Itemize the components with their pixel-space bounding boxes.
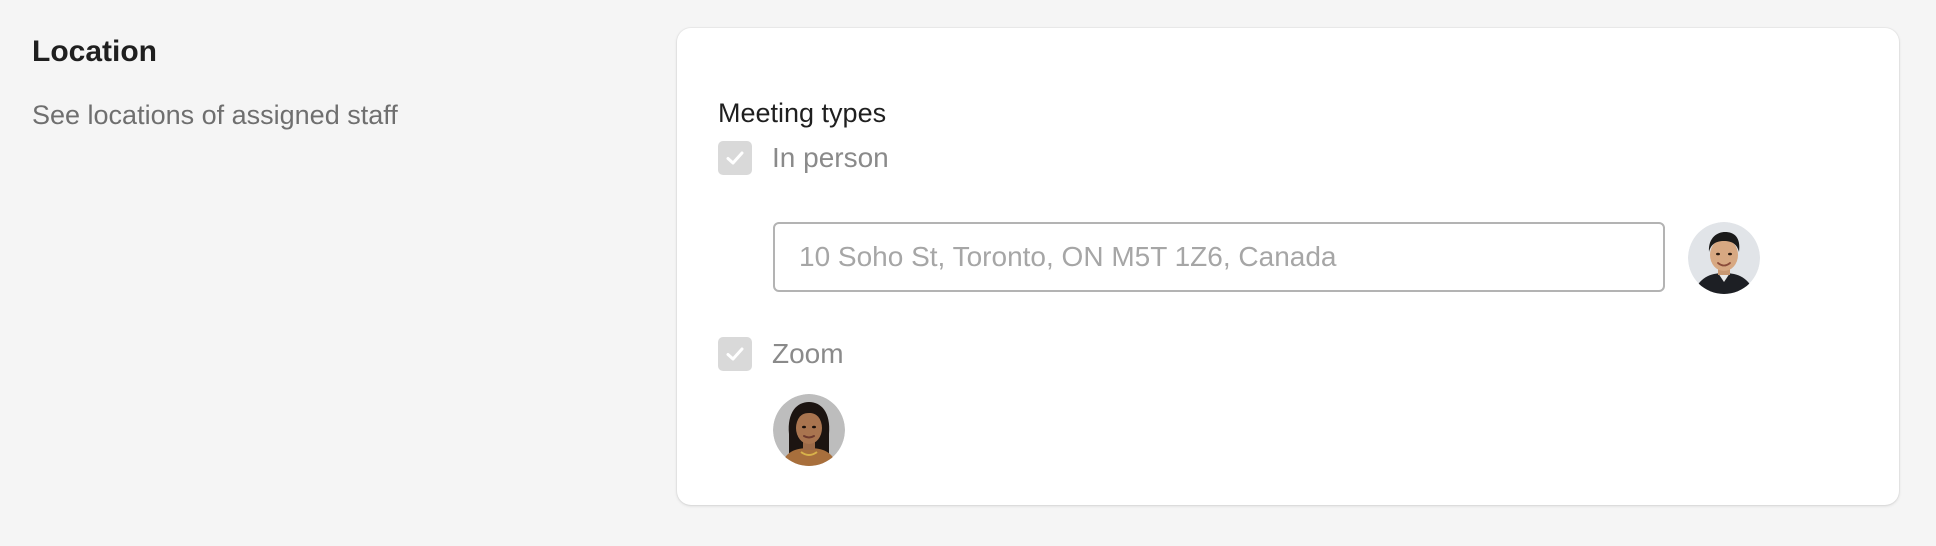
in-person-checkbox[interactable] [718, 141, 752, 175]
in-person-address-input[interactable] [773, 222, 1665, 292]
section-header: Location See locations of assigned staff [32, 34, 592, 132]
zoom-checkbox[interactable] [718, 337, 752, 371]
location-settings-page: Location See locations of assigned staff… [0, 0, 1936, 546]
meeting-types-card: Meeting types In person 10 Soho St, Toro… [677, 28, 1899, 505]
in-person-option[interactable]: In person [718, 141, 889, 175]
meeting-types-label: Meeting types [718, 98, 887, 128]
zoom-option[interactable]: Zoom [718, 337, 844, 371]
in-person-label: In person [772, 142, 889, 173]
check-icon [726, 347, 744, 361]
assigned-staff-avatar-in-person [1688, 222, 1760, 294]
zoom-label: Zoom [772, 338, 844, 369]
section-title: Location [32, 35, 157, 68]
assigned-staff-avatar-zoom [773, 394, 845, 466]
check-icon [726, 151, 744, 165]
section-description: See locations of assigned staff [32, 100, 398, 130]
